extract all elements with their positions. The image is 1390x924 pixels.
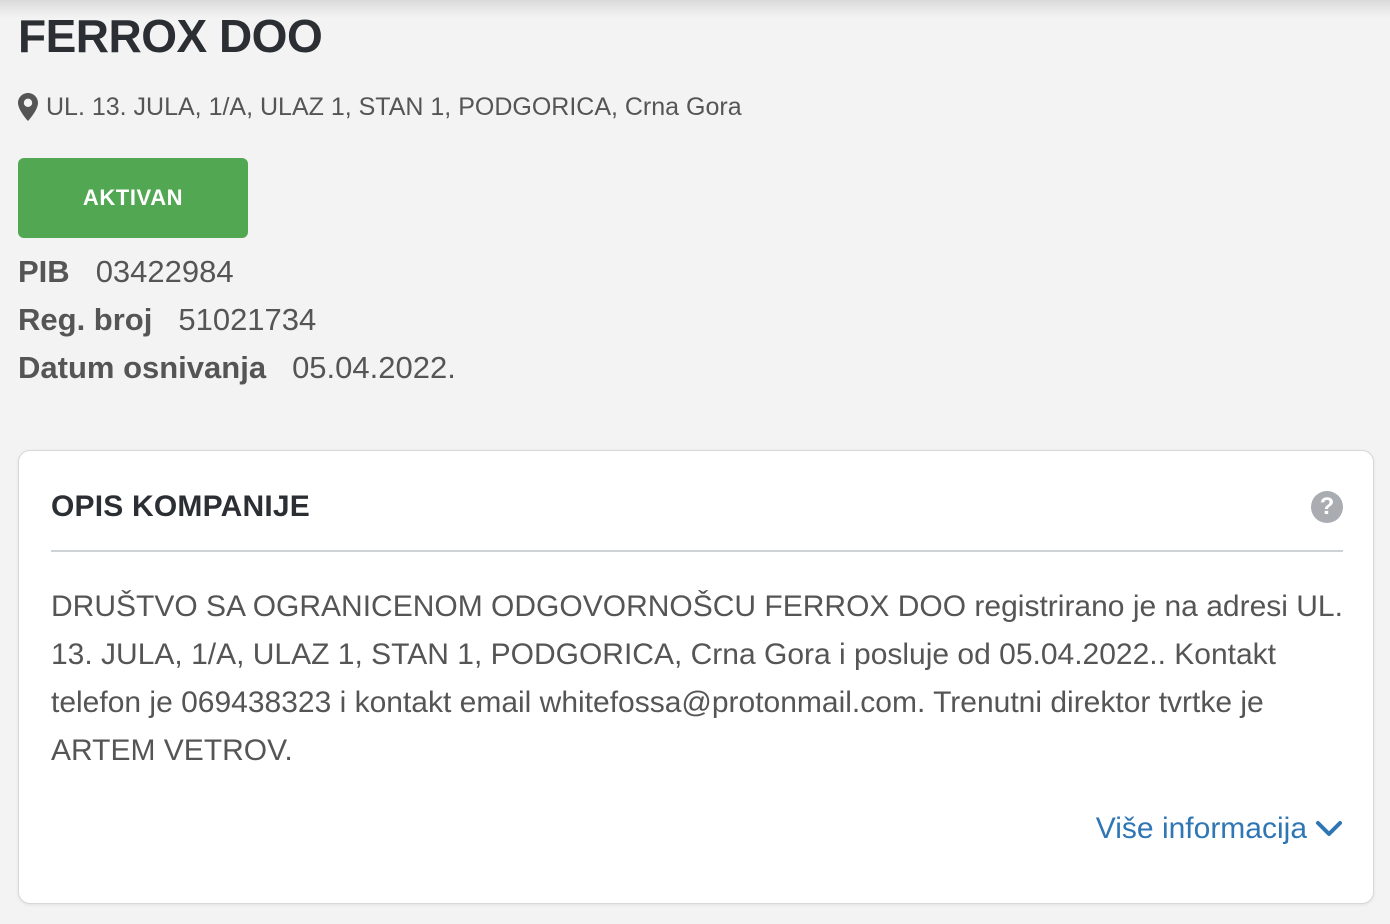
chevron-down-icon [1315, 819, 1343, 839]
card-divider [51, 550, 1343, 552]
more-info-link[interactable]: Više informacija [1096, 809, 1343, 849]
company-page: FERROX DOO UL. 13. JULA, 1/A, ULAZ 1, ST… [0, 0, 1390, 924]
help-icon[interactable]: ? [1311, 491, 1343, 523]
card-title: OPIS KOMPANIJE [51, 490, 310, 523]
info-row-datum-osnivanja: Datum osnivanja 05.04.2022. [18, 344, 456, 392]
pib-value: 03422984 [95, 254, 234, 289]
datum-osnivanja-label: Datum osnivanja [18, 350, 267, 385]
company-info-list: PIB 03422984 Reg. broj 51021734 Datum os… [18, 248, 456, 392]
company-address: UL. 13. JULA, 1/A, ULAZ 1, STAN 1, PODGO… [18, 92, 742, 122]
address-text: UL. 13. JULA, 1/A, ULAZ 1, STAN 1, PODGO… [46, 93, 742, 121]
company-description-card: OPIS KOMPANIJE ? DRUŠTVO SA OGRANICENOM … [18, 450, 1374, 904]
reg-broj-label: Reg. broj [18, 302, 153, 337]
more-info-label: Više informacija [1095, 812, 1307, 845]
info-row-pib: PIB 03422984 [18, 248, 456, 296]
pib-label: PIB [18, 254, 70, 289]
info-row-reg-broj: Reg. broj 51021734 [18, 296, 456, 344]
company-name: FERROX DOO [18, 10, 323, 62]
status-badge: AKTIVAN [18, 158, 248, 238]
company-description-text: DRUŠTVO SA OGRANICENOM ODGOVORNOŠCU FERR… [51, 590, 1343, 767]
datum-osnivanja-value: 05.04.2022. [292, 350, 456, 385]
map-pin-icon [18, 93, 38, 121]
reg-broj-value: 51021734 [178, 302, 317, 337]
